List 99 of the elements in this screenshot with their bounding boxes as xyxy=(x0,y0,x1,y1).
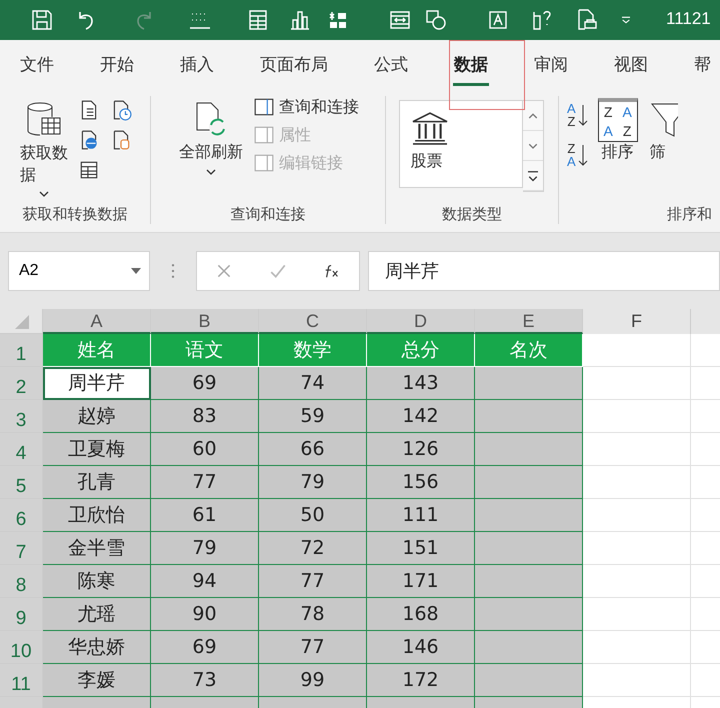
table-cell: 66 xyxy=(259,433,367,466)
table-cell: 卫夏梅 xyxy=(43,433,151,466)
save-icon[interactable] xyxy=(30,8,54,32)
table-cell: 59 xyxy=(259,400,367,433)
table-cell: 78 xyxy=(259,598,367,631)
stocks-button[interactable]: 股票 xyxy=(399,100,524,188)
table-cell: 60 xyxy=(151,433,259,466)
down-arrow-icon xyxy=(578,103,588,127)
down-arrow-icon xyxy=(578,143,588,167)
table-cell: 168 xyxy=(367,598,475,631)
checkmark-icon[interactable] xyxy=(269,262,287,280)
panel-icon xyxy=(253,96,276,118)
row-header[interactable]: 4 xyxy=(0,433,43,466)
table-cell: 孔青 xyxy=(43,466,151,499)
bank-icon xyxy=(410,111,450,145)
ribbon-tab[interactable]: 开始 xyxy=(77,44,157,86)
scroll-up-icon[interactable] xyxy=(523,101,544,131)
ribbon-tab[interactable]: 数据 xyxy=(431,44,511,86)
table-cell: 126 xyxy=(367,433,475,466)
row-header[interactable]: 11 xyxy=(0,664,43,697)
table-cell: 77 xyxy=(259,631,367,664)
table-cell: 赵婷 xyxy=(43,400,151,433)
row-header[interactable]: 7 xyxy=(0,532,43,565)
table-cell: 69 xyxy=(151,631,259,664)
table-cell: 143 xyxy=(367,367,475,400)
row-header[interactable]: 1 xyxy=(0,334,43,367)
table-cell: 74 xyxy=(259,367,367,400)
expand-icon[interactable] xyxy=(523,161,544,191)
column-header[interactable]: C xyxy=(259,309,367,334)
caret-icon xyxy=(206,169,216,175)
row-header[interactable]: 9 xyxy=(0,598,43,631)
ribbon-tab[interactable]: 页面布局 xyxy=(237,44,351,86)
table-cell: 90 xyxy=(151,598,259,631)
ribbon-tab[interactable]: 公式 xyxy=(351,44,431,86)
table-cell: 77 xyxy=(151,466,259,499)
row-header[interactable]: 8 xyxy=(0,565,43,598)
panel-icon xyxy=(253,124,276,146)
table-cell: 79 xyxy=(259,466,367,499)
window-title: 11121 xyxy=(666,9,711,29)
table-cell: 171 xyxy=(367,565,475,598)
row-header[interactable]: 10 xyxy=(0,631,43,664)
table-cell: 156 xyxy=(367,466,475,499)
table-cell: 陈寒 xyxy=(43,565,151,598)
ribbon-button[interactable]: 查询和连接 xyxy=(253,96,360,118)
row-header[interactable]: 3 xyxy=(0,400,43,433)
table-header-cell: 姓名 xyxy=(43,334,151,367)
table-cell: 83 xyxy=(151,400,259,433)
ribbon-tab[interactable]: 帮 xyxy=(671,44,720,86)
table-cell: 50 xyxy=(259,499,367,532)
group-label: 获取和转换数据 xyxy=(22,205,128,225)
table-cell: 69 xyxy=(151,367,259,400)
caret-icon xyxy=(39,191,50,198)
table-cell: 周半芹 xyxy=(43,367,151,400)
column-header[interactable]: E xyxy=(475,309,583,334)
table-cell: 华忠娇 xyxy=(43,631,151,664)
table-header-cell: 名次 xyxy=(475,334,583,367)
table-cell: 77 xyxy=(259,565,367,598)
shapes-icon[interactable] xyxy=(424,8,448,32)
formula-field[interactable]: 周半芹 xyxy=(368,251,720,291)
refresh-all-button[interactable]: 全部刷新 xyxy=(177,96,246,177)
name-box[interactable]: A2 xyxy=(8,251,150,291)
row-header[interactable]: 5 xyxy=(0,466,43,499)
row-header[interactable]: 2 xyxy=(0,367,43,400)
sort-descending-button[interactable]: Z A xyxy=(567,142,588,168)
table-cell: 142 xyxy=(367,400,475,433)
table-cell: 李媛 xyxy=(43,664,151,697)
table-cell: 151 xyxy=(367,532,475,565)
column-header[interactable]: A xyxy=(43,309,151,334)
table-cell: 尤瑶 xyxy=(43,598,151,631)
table-cell: 卫欣怡 xyxy=(43,499,151,532)
table-cell: 72 xyxy=(259,532,367,565)
table-header-cell: 语文 xyxy=(151,334,259,367)
table-header-cell: 总分 xyxy=(367,334,475,367)
table-cell: 73 xyxy=(151,664,259,697)
panel-icon xyxy=(253,152,276,174)
sort-ascending-button[interactable]: A Z xyxy=(567,102,588,128)
get-data-button[interactable]: 获取数据 xyxy=(18,96,70,200)
group-label: 排序和 xyxy=(667,205,712,225)
ribbon-tab[interactable]: 插入 xyxy=(157,44,237,86)
column-header[interactable]: B xyxy=(151,309,259,334)
ribbon-tab[interactable]: 文件 xyxy=(0,44,77,86)
ribbon-tab[interactable]: 视图 xyxy=(591,44,671,86)
column-header[interactable]: D xyxy=(367,309,475,334)
table-cell: 146 xyxy=(367,631,475,664)
table-cell: 金半雪 xyxy=(43,532,151,565)
drag-handle-icon[interactable] xyxy=(170,263,176,279)
group-label: 数据类型 xyxy=(442,205,502,225)
table-cell: 61 xyxy=(151,499,259,532)
row-header[interactable]: 6 xyxy=(0,499,43,532)
table-cell: 99 xyxy=(259,664,367,697)
table-cell: 79 xyxy=(151,532,259,565)
table-cell: 111 xyxy=(367,499,475,532)
ribbon-tab[interactable]: 审阅 xyxy=(511,44,591,86)
column-header[interactable]: F xyxy=(583,309,691,334)
filter-button[interactable]: 筛 xyxy=(648,96,678,165)
group-label: 查询和连接 xyxy=(230,205,306,225)
table-cell: 172 xyxy=(367,664,475,697)
table-cell: 94 xyxy=(151,565,259,598)
table-header-cell: 数学 xyxy=(259,334,367,367)
